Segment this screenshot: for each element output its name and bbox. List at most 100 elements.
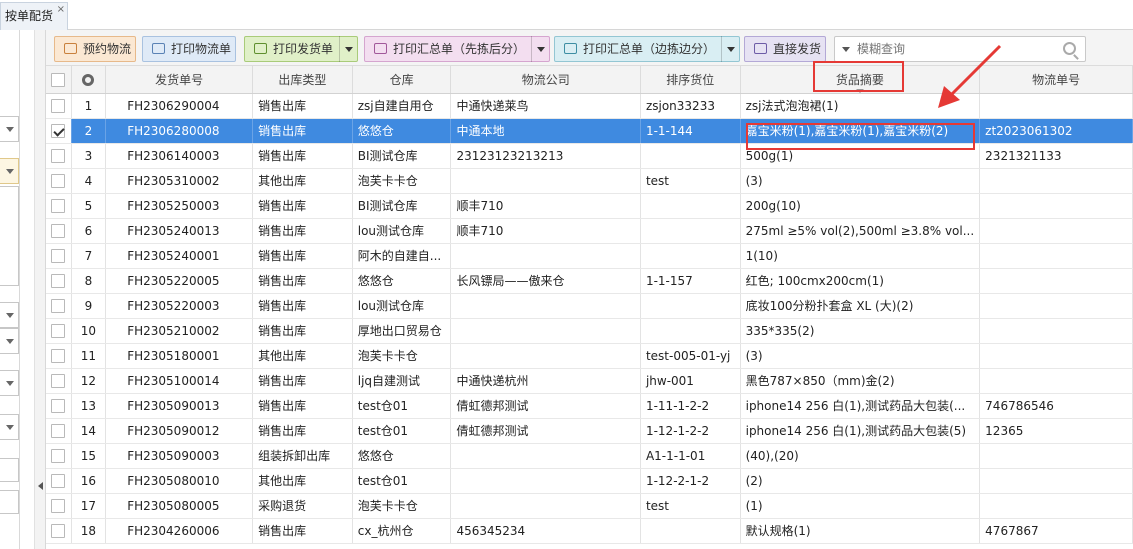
- row-checkbox-cell[interactable]: [46, 268, 72, 294]
- order-no-cell[interactable]: FH2305240001: [105, 243, 254, 269]
- out-type-cell[interactable]: 其他出库: [252, 343, 353, 369]
- table-row[interactable]: 18 FH2304260006 销售出库 cx_杭州仓 456345234 默认规格(1)…: [46, 518, 1133, 544]
- table-row[interactable]: 4 FH2305310002 其他出库 泡芙卡卡仓 test (3): [46, 168, 1133, 194]
- row-checkbox-cell[interactable]: [46, 93, 72, 119]
- tracking-no-cell[interactable]: [979, 318, 1133, 344]
- goods-summary-cell[interactable]: (1): [740, 493, 981, 519]
- out-type-cell[interactable]: 销售出库: [252, 218, 353, 244]
- tracking-no-cell[interactable]: [979, 93, 1133, 119]
- row-checkbox[interactable]: [51, 298, 66, 313]
- tracking-no-cell[interactable]: [979, 293, 1133, 319]
- logistics-company-cell[interactable]: [450, 293, 641, 319]
- order-no-cell[interactable]: FH2305090012: [105, 418, 254, 444]
- table-row[interactable]: 5 FH2305250003 销售出库 BI测试仓库 顺丰710 200g(10): [46, 193, 1133, 219]
- filter-list[interactable]: [0, 186, 19, 286]
- logistics-company-cell[interactable]: 顺丰710: [450, 218, 641, 244]
- warehouse-cell[interactable]: 悠悠仓: [352, 443, 452, 469]
- order-no-cell[interactable]: FH2306280008: [105, 118, 254, 144]
- search-field[interactable]: [834, 36, 1086, 62]
- table-row[interactable]: 6 FH2305240013 销售出库 lou测试仓库 顺丰710 275ml ≥5% v…: [46, 218, 1133, 244]
- logistics-company-cell[interactable]: [450, 343, 641, 369]
- logistics-company-cell[interactable]: 456345234: [450, 518, 641, 544]
- order-no-cell[interactable]: FH2305100014: [105, 368, 254, 394]
- out-type-cell[interactable]: 销售出库: [252, 268, 353, 294]
- row-checkbox[interactable]: [51, 248, 66, 263]
- col-header-tracking-no[interactable]: 物流单号: [979, 66, 1133, 94]
- settings-header[interactable]: [71, 66, 107, 94]
- order-no-cell[interactable]: FH2305080010: [105, 468, 254, 494]
- row-checkbox[interactable]: [51, 148, 66, 163]
- filter-dropdown-6[interactable]: [0, 414, 19, 440]
- tracking-no-cell[interactable]: [979, 468, 1133, 494]
- row-checkbox-cell[interactable]: [46, 143, 72, 169]
- sort-location-cell[interactable]: 1-1-157: [640, 268, 741, 294]
- col-header-goods-summary[interactable]: 货品摘要: [740, 66, 981, 94]
- filter-dropdown-4[interactable]: [0, 328, 19, 354]
- col-header-warehouse[interactable]: 仓库: [352, 66, 452, 94]
- out-type-cell[interactable]: 其他出库: [252, 168, 353, 194]
- goods-summary-cell[interactable]: 嘉宝米粉(1),嘉宝米粉(1),嘉宝米粉(2): [740, 118, 981, 144]
- warehouse-cell[interactable]: test仓01: [352, 418, 452, 444]
- goods-summary-cell[interactable]: 500g(1): [740, 143, 981, 169]
- sort-location-cell[interactable]: zsjon33233: [640, 93, 741, 119]
- row-checkbox-cell[interactable]: [46, 493, 72, 519]
- logistics-company-cell[interactable]: [450, 493, 641, 519]
- order-no-cell[interactable]: FH2306140003: [105, 143, 254, 169]
- row-checkbox-cell[interactable]: [46, 443, 72, 469]
- table-row[interactable]: 13 FH2305090013 销售出库 test仓01 倩虹德邦测试 1-11-1-2-…: [46, 393, 1133, 419]
- warehouse-cell[interactable]: zsj自建自用仓: [352, 93, 452, 119]
- goods-summary-cell[interactable]: (3): [740, 343, 981, 369]
- out-type-cell[interactable]: 销售出库: [252, 143, 353, 169]
- warehouse-cell[interactable]: 泡芙卡卡仓: [352, 168, 452, 194]
- tracking-no-cell[interactable]: [979, 168, 1133, 194]
- logistics-company-cell[interactable]: 中通快递莱鸟: [450, 93, 641, 119]
- warehouse-cell[interactable]: 泡芙卡卡仓: [352, 343, 452, 369]
- tracking-no-cell[interactable]: [979, 218, 1133, 244]
- out-type-cell[interactable]: 销售出库: [252, 293, 353, 319]
- filter-dropdown-5[interactable]: [0, 370, 19, 396]
- sort-location-cell[interactable]: [640, 143, 741, 169]
- sort-location-cell[interactable]: test: [640, 168, 741, 194]
- table-row[interactable]: 16 FH2305080010 其他出库 test仓01 1-12-2-1-2 (2): [46, 468, 1133, 494]
- col-header-logistics-company[interactable]: 物流公司: [450, 66, 641, 94]
- table-row[interactable]: 17 FH2305080005 采购退货 泡芙卡卡仓 test (1): [46, 493, 1133, 519]
- warehouse-cell[interactable]: BI测试仓库: [352, 143, 452, 169]
- goods-summary-cell[interactable]: (40),(20): [740, 443, 981, 469]
- out-type-cell[interactable]: 销售出库: [252, 368, 353, 394]
- order-no-cell[interactable]: FH2305310002: [105, 168, 254, 194]
- order-no-cell[interactable]: FH2305180001: [105, 343, 254, 369]
- print-logistics-button[interactable]: 打印物流单: [142, 36, 236, 62]
- col-header-out-type[interactable]: 出库类型: [252, 66, 353, 94]
- row-checkbox-cell[interactable]: [46, 468, 72, 494]
- gear-icon[interactable]: [82, 73, 95, 86]
- goods-summary-cell[interactable]: (2): [740, 468, 981, 494]
- sort-location-cell[interactable]: 1-11-1-2-2: [640, 393, 741, 419]
- tracking-no-cell[interactable]: [979, 368, 1133, 394]
- goods-summary-cell[interactable]: 1(10): [740, 243, 981, 269]
- goods-summary-cell[interactable]: 黑色787×850（mm)金(2): [740, 368, 981, 394]
- out-type-cell[interactable]: 销售出库: [252, 393, 353, 419]
- col-header-sort-location[interactable]: 排序货位: [640, 66, 741, 94]
- warehouse-cell[interactable]: lou测试仓库: [352, 293, 452, 319]
- goods-summary-cell[interactable]: 默认规格(1): [740, 518, 981, 544]
- order-no-cell[interactable]: FH2305080005: [105, 493, 254, 519]
- out-type-cell[interactable]: 组装拆卸出库: [252, 443, 353, 469]
- filter-dropdown-2[interactable]: [0, 158, 19, 184]
- tracking-no-cell[interactable]: zt2023061302: [979, 118, 1133, 144]
- logistics-company-cell[interactable]: [450, 318, 641, 344]
- print-summary-pick-then-sort-button[interactable]: 打印汇总单（先拣后分）: [364, 36, 550, 62]
- sort-location-cell[interactable]: [640, 218, 741, 244]
- tracking-no-cell[interactable]: [979, 343, 1133, 369]
- order-no-cell[interactable]: FH2306290004: [105, 93, 254, 119]
- warehouse-cell[interactable]: 泡芙卡卡仓: [352, 493, 452, 519]
- row-checkbox-cell[interactable]: [46, 343, 72, 369]
- out-type-cell[interactable]: 销售出库: [252, 518, 353, 544]
- out-type-cell[interactable]: 销售出库: [252, 418, 353, 444]
- sort-location-cell[interactable]: A1-1-1-01: [640, 443, 741, 469]
- warehouse-cell[interactable]: 悠悠仓: [352, 268, 452, 294]
- logistics-company-cell[interactable]: [450, 468, 641, 494]
- goods-summary-cell[interactable]: zsj法式泡泡裙(1): [740, 93, 981, 119]
- warehouse-cell[interactable]: 悠悠仓: [352, 118, 452, 144]
- warehouse-cell[interactable]: BI测试仓库: [352, 193, 452, 219]
- logistics-company-cell[interactable]: 倩虹德邦测试: [450, 418, 641, 444]
